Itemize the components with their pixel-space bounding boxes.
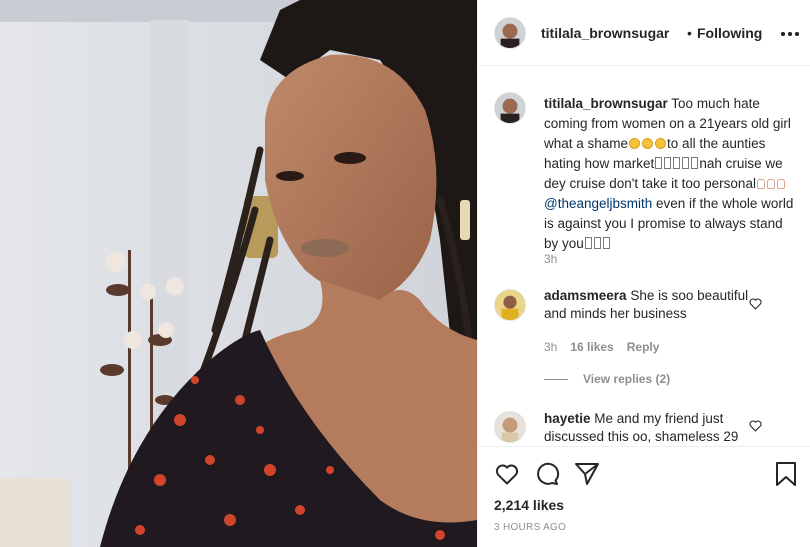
- comment-icon[interactable]: [534, 461, 560, 487]
- author-avatar[interactable]: [494, 17, 526, 49]
- comment-avatar[interactable]: [494, 411, 526, 443]
- post-actions: 2,214 likes 3 HOURS AGO: [478, 446, 810, 547]
- emoji-missing-icon: [602, 237, 610, 249]
- following-button[interactable]: Following: [697, 25, 762, 41]
- comment-username[interactable]: adamsmeera: [544, 288, 627, 303]
- post-photo-image: [0, 0, 477, 547]
- caption-mention-link[interactable]: @theangeljbsmith: [544, 196, 652, 211]
- comment: adamsmeera She is soo beautiful and mind…: [544, 287, 764, 323]
- emoji-missing-icon: [593, 237, 601, 249]
- comment-reply-button[interactable]: Reply: [627, 340, 660, 354]
- emoji-missing-icon: [664, 157, 672, 169]
- share-icon[interactable]: [574, 461, 600, 487]
- view-replies-button[interactable]: View replies (2): [544, 372, 670, 386]
- emoji-clap-icon: [776, 179, 785, 189]
- emoji-missing-icon: [682, 157, 690, 169]
- emoji-missing-icon: [584, 237, 592, 249]
- comment-like-heart-icon[interactable]: [749, 298, 762, 310]
- emoji-face-icon: [629, 138, 641, 149]
- likes-count[interactable]: 2,214 likes: [494, 497, 564, 513]
- more-horizontal-icon[interactable]: [779, 22, 801, 44]
- emoji-face-icon: [642, 138, 654, 149]
- comment-meta: 3h 16 likes Reply: [544, 340, 659, 354]
- follow-separator: •: [687, 25, 692, 41]
- caption-username[interactable]: titilala_brownsugar: [544, 96, 668, 111]
- comments-section: titilala_brownsugar Too much hate coming…: [478, 66, 810, 446]
- view-replies-label: View replies (2): [583, 372, 671, 386]
- emoji-missing-icon: [691, 157, 699, 169]
- view-replies-line: [544, 379, 568, 381]
- post-sidebar: titilala_brownsugar • Following titilala…: [477, 0, 810, 547]
- author-username[interactable]: titilala_brownsugar: [541, 25, 669, 41]
- emoji-clap-icon: [756, 179, 765, 189]
- comment-avatar[interactable]: [494, 289, 526, 321]
- comment: hayetie Me and my friend just discussed …: [544, 410, 769, 446]
- post-photo[interactable]: [0, 0, 477, 547]
- post-header: titilala_brownsugar • Following: [478, 0, 810, 66]
- emoji-clap-icon: [766, 179, 775, 189]
- comment-username[interactable]: hayetie: [544, 411, 591, 426]
- caption-avatar[interactable]: [494, 92, 526, 124]
- posted-timestamp[interactable]: 3 HOURS AGO: [494, 522, 566, 533]
- caption-timestamp[interactable]: 3h: [544, 252, 557, 266]
- emoji-face-icon: [655, 138, 667, 149]
- bookmark-icon[interactable]: [773, 461, 799, 487]
- comment-like-heart-icon[interactable]: [749, 420, 762, 432]
- comment-time[interactable]: 3h: [544, 340, 557, 354]
- comment-likes[interactable]: 16 likes: [570, 340, 613, 354]
- heart-icon[interactable]: [494, 461, 520, 487]
- emoji-missing-icon: [655, 157, 663, 169]
- instagram-post: titilala_brownsugar • Following titilala…: [0, 0, 810, 547]
- emoji-missing-icon: [673, 157, 681, 169]
- post-caption: titilala_brownsugar Too much hate coming…: [544, 94, 799, 254]
